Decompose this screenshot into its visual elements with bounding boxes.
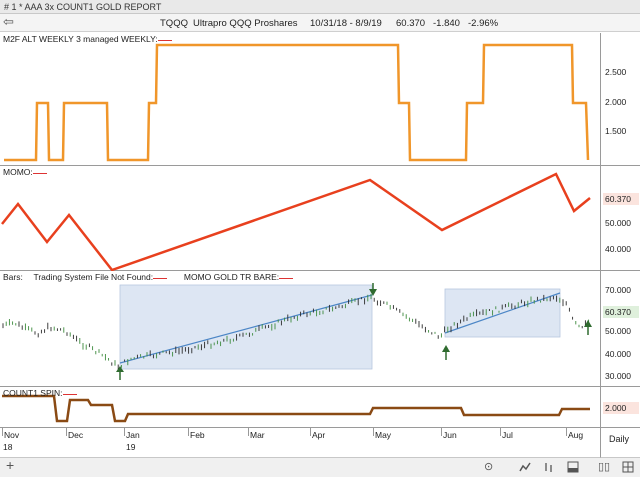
buy-arrow-2 [442, 345, 450, 360]
highlight-box-1 [119, 284, 373, 370]
price-last-value: 60.370 [603, 306, 639, 318]
interval-box[interactable]: Daily [600, 428, 640, 458]
security-name: Ultrapro QQQ Proshares [193, 18, 298, 29]
time-axis: Nov 18 Dec Jan 19 Feb Mar Apr May Jun Ju… [0, 428, 600, 458]
month-dec: Dec [68, 430, 84, 440]
m2f-tick-1500: 1.500 [605, 126, 627, 136]
month-feb: Feb [190, 430, 205, 440]
interval-label[interactable]: Daily [609, 434, 629, 444]
month-jan: Jan [126, 430, 140, 440]
momo-axis: 60.370 50.000 40.000 [600, 166, 640, 271]
month-aug: Aug [568, 430, 584, 440]
trading-system-label: Trading System File Not Found: [33, 272, 154, 282]
m2f-line [4, 43, 590, 162]
m2f-label: M2F ALT WEEKLY 3 managed WEEKLY: [3, 34, 158, 44]
back-arrow-icon[interactable]: ⇦ [3, 15, 14, 29]
count1-last-value: 2.000 [603, 402, 639, 414]
m2f-plot [4, 43, 590, 162]
m2f-axis: 2.500 2.000 1.500 [600, 33, 640, 166]
grid-icon[interactable] [622, 461, 634, 477]
month-jun: Jun [443, 430, 457, 440]
count1-line [2, 394, 590, 423]
ticker-symbol[interactable]: TQQQ [160, 18, 188, 29]
panel-icon[interactable] [567, 461, 579, 477]
window-title: # 1 * AAA 3x COUNT1 GOLD REPORT [0, 0, 640, 14]
month-mar: Mar [250, 430, 265, 440]
m2f-tick-2000: 2.000 [605, 97, 627, 107]
price-change: -1.840 [433, 18, 460, 29]
line-chart-icon[interactable] [519, 461, 531, 477]
bottom-toolbar: + ⊙ ▯▯ [0, 458, 640, 477]
momo-tick-50: 50.000 [605, 218, 631, 228]
count1-plot [2, 394, 590, 423]
count1-axis: 2.000 [600, 387, 640, 428]
count1-panel[interactable]: COUNT1 SPIN: [0, 387, 600, 428]
price-plot [2, 283, 592, 380]
last-price: 60.370 [396, 18, 426, 29]
momo-label: MOMO: [3, 167, 33, 177]
month-may: May [375, 430, 392, 440]
year-18: 18 [3, 442, 13, 452]
m2f-panel[interactable]: M2F ALT WEEKLY 3 managed WEEKLY: [0, 33, 600, 166]
momo-tick-40: 40.000 [605, 244, 631, 254]
momo-gold-label: MOMO GOLD TR BARE: [183, 272, 280, 282]
date-range: 10/31/18 - 8/9/19 [310, 18, 382, 29]
bars-label: Bars: [3, 272, 23, 282]
price-change-pct: -2.96% [468, 18, 499, 29]
price-axis: 70.000 60.370 50.000 40.000 30.000 [600, 271, 640, 387]
plus-icon[interactable]: + [6, 458, 14, 472]
price-tick-30: 30.000 [605, 371, 631, 381]
bar-chart-icon[interactable] [543, 461, 555, 477]
momo-last-value: 60.370 [603, 193, 639, 205]
target-icon[interactable]: ⊙ [484, 461, 493, 474]
momo-plot [1, 172, 591, 271]
price-tick-50: 50.000 [605, 326, 631, 336]
count1-label: COUNT1 SPIN: [3, 388, 63, 398]
price-tick-70: 70.000 [605, 285, 631, 295]
symbol-bar: ⇦ TQQQ Ultrapro QQQ Proshares 10/31/18 -… [0, 14, 640, 32]
momo-line [1, 172, 591, 271]
year-19: 19 [126, 442, 136, 452]
m2f-tick-2500: 2.500 [605, 67, 627, 77]
price-panel[interactable]: Bars: Trading System File Not Found: MOM… [0, 271, 600, 387]
month-apr: Apr [312, 430, 326, 440]
momo-panel[interactable]: MOMO: [0, 166, 600, 271]
price-tick-40: 40.000 [605, 349, 631, 359]
month-nov: Nov [4, 430, 20, 440]
month-jul: Jul [502, 430, 513, 440]
book-icon[interactable]: ▯▯ [598, 461, 610, 474]
